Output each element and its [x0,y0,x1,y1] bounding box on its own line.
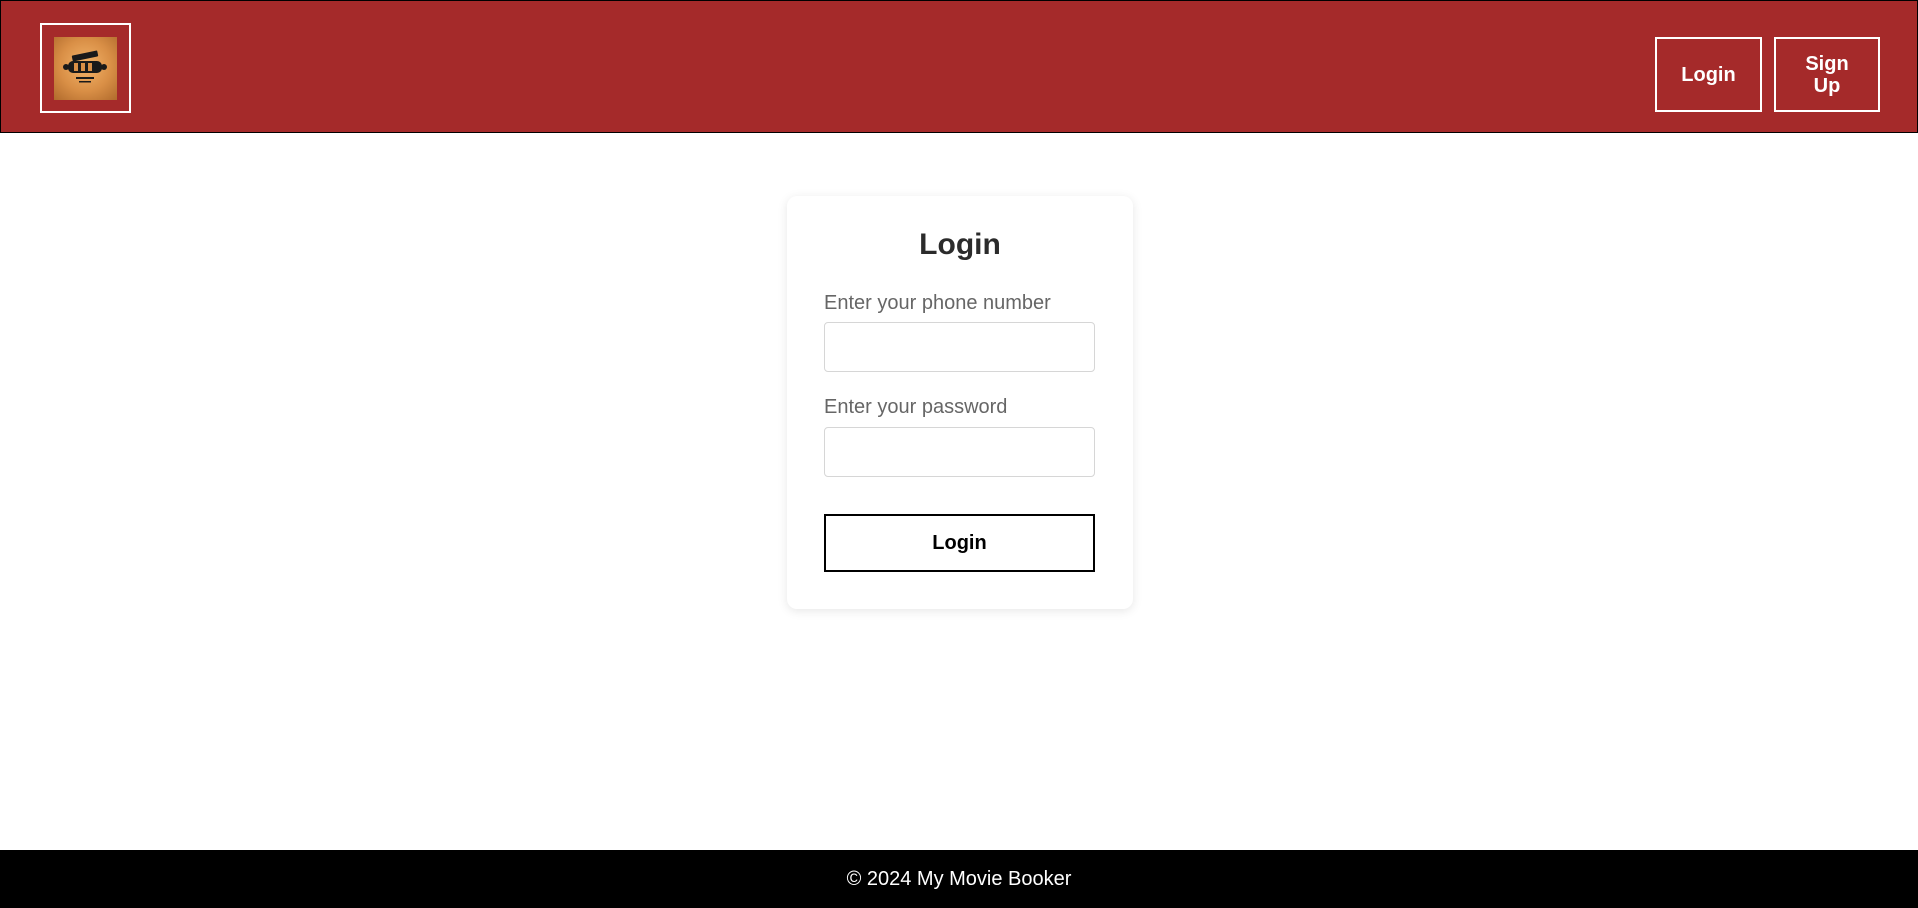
login-form: Login Enter your phone number Enter your… [787,196,1133,609]
password-input[interactable] [824,427,1095,477]
login-submit-button[interactable]: Login [824,514,1095,572]
movie-clapper-logo-icon [54,37,117,100]
header-login-button[interactable]: Login [1655,37,1762,112]
site-header: Login Sign Up [0,0,1918,133]
password-label: Enter your password [824,396,1008,418]
phone-input[interactable] [824,322,1095,372]
site-footer: © 2024 My Movie Booker [0,850,1918,908]
phone-label: Enter your phone number [824,292,1051,314]
copyright-text: © 2024 My Movie Booker [846,867,1072,890]
logo-link[interactable] [40,23,131,113]
form-title: Login [919,228,1001,261]
header-signup-button[interactable]: Sign Up [1774,37,1880,112]
